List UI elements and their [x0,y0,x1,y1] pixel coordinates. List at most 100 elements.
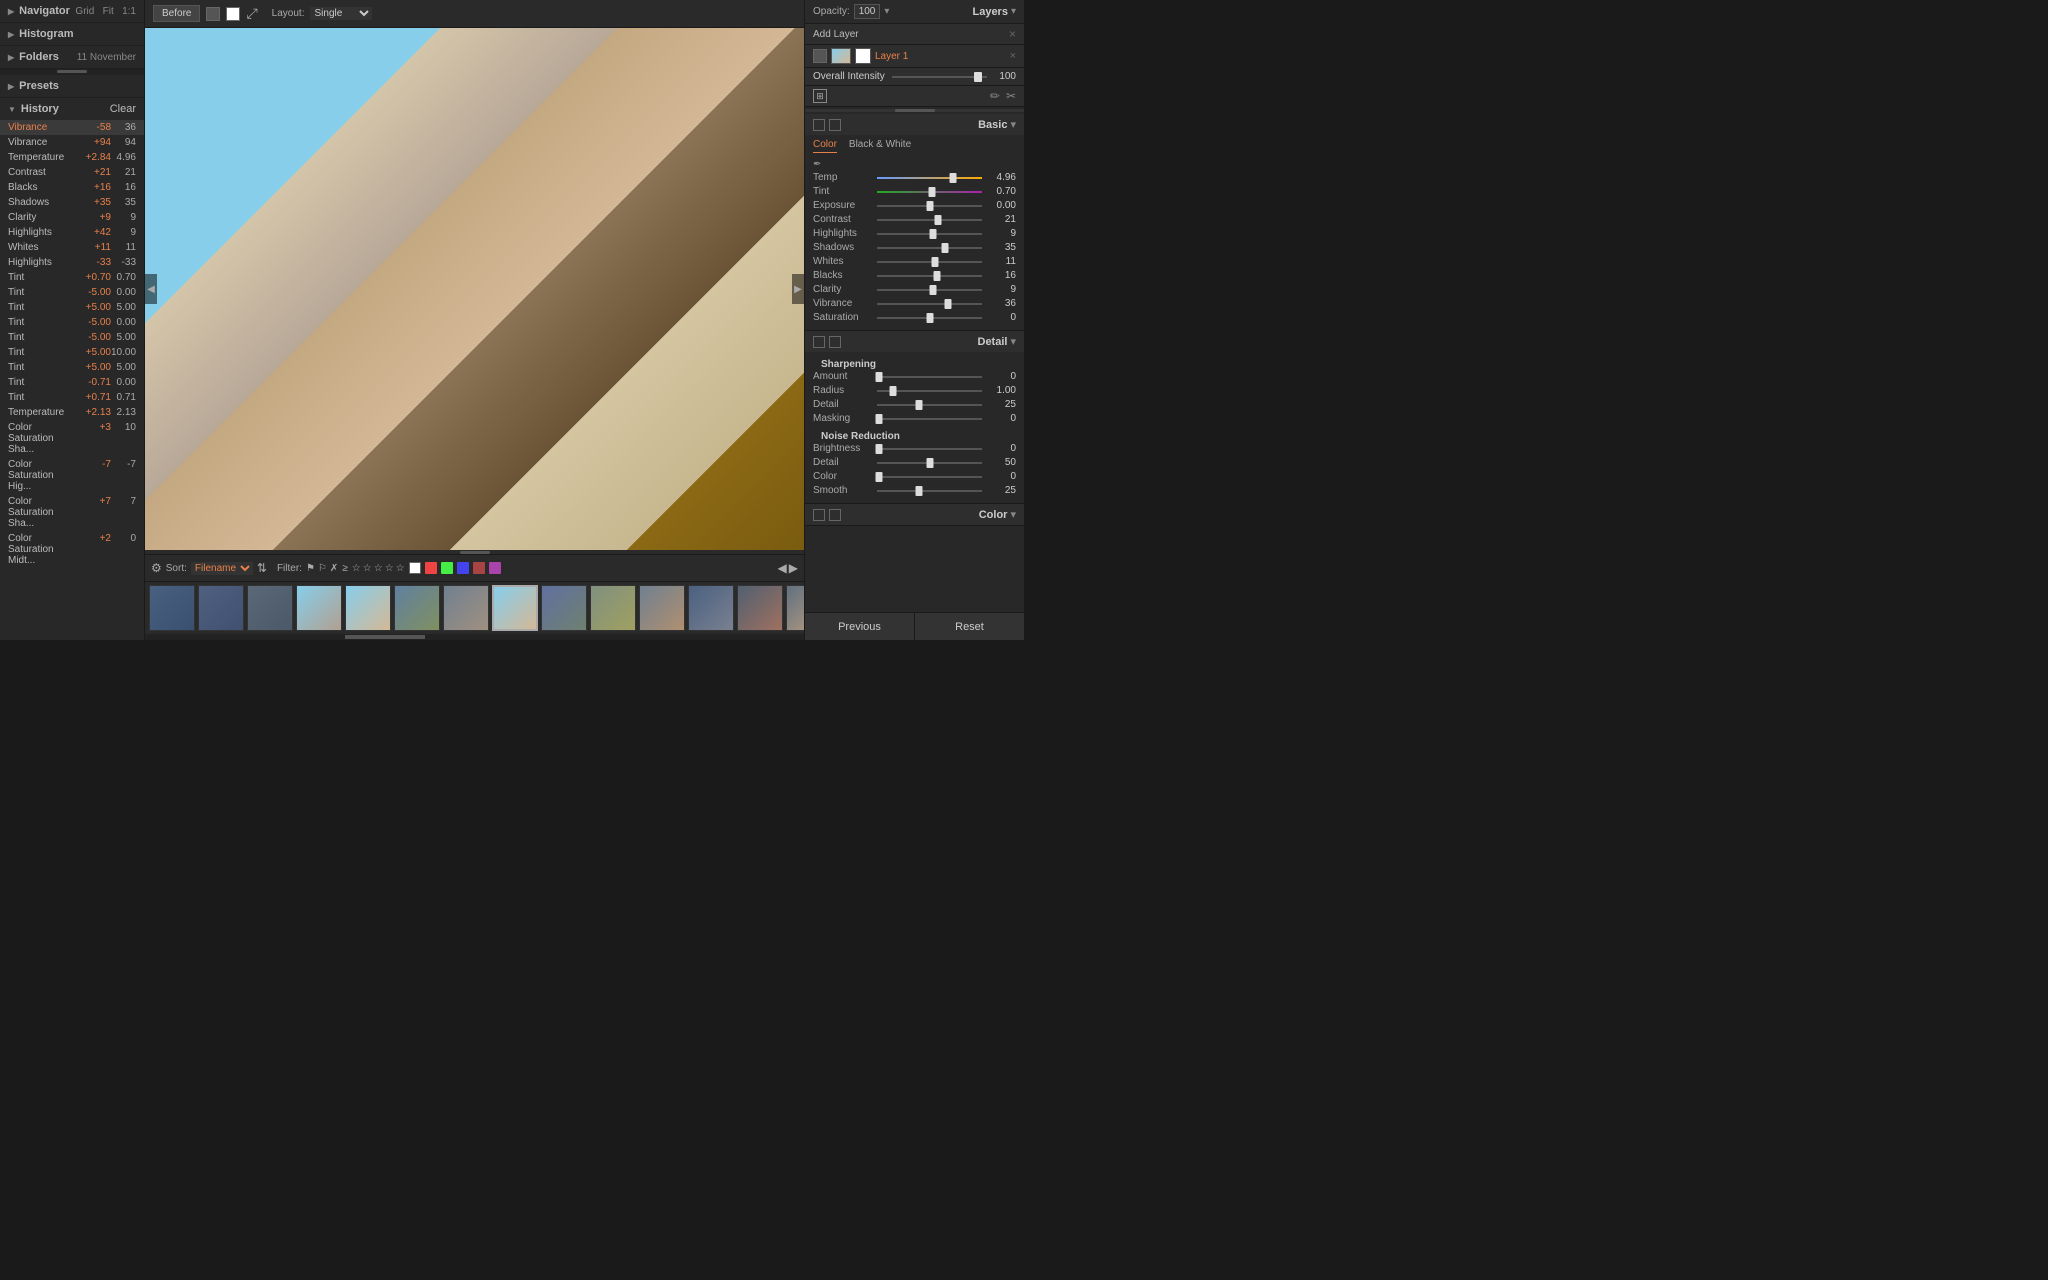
slider-track[interactable] [877,261,982,263]
star-2[interactable]: ☆ [363,563,372,574]
before-button[interactable]: Before [153,5,200,22]
history-item[interactable]: Contrast+2121 [0,165,144,180]
slider-track[interactable] [877,390,982,392]
detail-reset-icon[interactable] [813,336,825,348]
history-item[interactable]: Tint-5.000.00 [0,285,144,300]
history-item[interactable]: Tint-5.000.00 [0,315,144,330]
color-filter-white[interactable] [409,562,421,574]
filmstrip-thumb[interactable] [737,585,783,631]
detail-header[interactable]: Detail ▾ [805,331,1024,352]
slider-track[interactable] [877,462,982,464]
view-icon-gray[interactable] [206,7,220,21]
basic-refresh-icon[interactable] [829,119,841,131]
filmstrip-thumb[interactable] [247,585,293,631]
slider-track[interactable] [877,191,982,193]
slider-track[interactable] [877,490,982,492]
history-item[interactable]: Whites+1111 [0,240,144,255]
filmstrip-thumb[interactable] [786,585,804,631]
presets-header[interactable]: ▶ Presets [0,75,144,97]
next-image-arrow[interactable]: ▶ [792,274,804,304]
reject-icon[interactable]: ✗ [330,563,338,574]
basic-reset-icon[interactable] [813,119,825,131]
zoom-icon[interactable]: ⤢ [246,5,257,22]
history-item[interactable]: Blacks+1616 [0,180,144,195]
filmstrip-thumb[interactable] [394,585,440,631]
history-item[interactable]: Highlights+429 [0,225,144,240]
slider-track[interactable] [877,275,982,277]
tab-bw[interactable]: Black & White [849,139,911,153]
filmstrip-thumb[interactable] [198,585,244,631]
color-filter-purple[interactable] [489,562,501,574]
color-filter-blue[interactable] [457,562,469,574]
slider-track[interactable] [877,233,982,235]
layers-dropdown-icon[interactable]: ▾ [1011,6,1016,17]
add-layer-button[interactable]: Add Layer [813,29,859,40]
history-item[interactable]: Temperature+2.132.13 [0,405,144,420]
filmstrip-thumb[interactable] [688,585,734,631]
filmstrip-thumb[interactable] [345,585,391,631]
slider-track[interactable] [877,317,982,319]
add-layer-close-icon[interactable]: × [1009,27,1016,41]
slider-track[interactable] [877,404,982,406]
color-filter-green[interactable] [441,562,453,574]
history-item[interactable]: Tint+5.0010.00 [0,345,144,360]
history-clear-button[interactable]: Clear [110,103,136,115]
crop-icon[interactable]: ⊞ [813,89,827,103]
history-item[interactable]: Color Saturation Hig...-7-7 [0,457,144,494]
history-item[interactable]: Tint+5.005.00 [0,360,144,375]
filmstrip-next-button[interactable]: ▶ [789,561,798,575]
slider-track[interactable] [877,476,982,478]
history-item[interactable]: Color Saturation Midt...+20 [0,531,144,568]
layer-name[interactable]: Layer 1 [875,51,1006,62]
unflag-icon[interactable]: ⚐ [318,563,327,574]
sort-order-icon[interactable]: ⇅ [257,561,267,575]
filmstrip-scrollbar[interactable] [145,634,804,640]
slider-track[interactable] [877,303,982,305]
history-item[interactable]: Color Saturation Sha...+310 [0,420,144,457]
layer-visibility-icon[interactable] [813,49,827,63]
history-item[interactable]: Clarity+99 [0,210,144,225]
filmstrip-thumb[interactable] [296,585,342,631]
color-filter-red[interactable] [425,562,437,574]
eraser-icon[interactable]: ✂ [1006,89,1016,103]
reset-button[interactable]: Reset [915,613,1024,640]
color-dropdown-icon[interactable]: ▾ [1010,508,1016,521]
history-item[interactable]: Vibrance-5836 [0,120,144,135]
history-item[interactable]: Color Saturation Sha...+77 [0,494,144,531]
tab-color[interactable]: Color [813,139,837,153]
filmstrip-thumb[interactable] [590,585,636,631]
star-3[interactable]: ☆ [374,563,383,574]
filmstrip-thumb[interactable] [443,585,489,631]
rating-filter-ge[interactable]: ≥ [342,563,348,574]
detail-dropdown-icon[interactable]: ▾ [1010,335,1016,348]
slider-track[interactable] [877,247,982,249]
basic-dropdown-icon[interactable]: ▾ [1010,118,1016,131]
folders-header[interactable]: ▶ Folders 11 November [0,46,144,68]
star-5[interactable]: ☆ [396,563,405,574]
filmstrip-thumb[interactable] [541,585,587,631]
history-item[interactable]: Highlights-33-33 [0,255,144,270]
history-item[interactable]: Tint-0.710.00 [0,375,144,390]
slider-track[interactable] [877,448,982,450]
view-icon-white[interactable] [226,7,240,21]
slider-track[interactable] [877,205,982,207]
prev-image-arrow[interactable]: ◀ [145,274,157,304]
previous-button[interactable]: Previous [805,613,915,640]
basic-header[interactable]: Basic ▾ [805,114,1024,135]
history-item[interactable]: Tint+5.005.00 [0,300,144,315]
slider-track[interactable] [877,177,982,179]
history-item[interactable]: Temperature+2.844.96 [0,150,144,165]
history-item[interactable]: Tint+0.700.70 [0,270,144,285]
opacity-value[interactable]: 100 [854,4,881,19]
star-1[interactable]: ☆ [352,563,361,574]
history-item[interactable]: Shadows+3535 [0,195,144,210]
flag-icon[interactable]: ⚑ [306,563,315,574]
color-header[interactable]: Color ▾ [805,504,1024,525]
eyedropper-icon[interactable]: ✒ [813,159,821,170]
filmstrip-thumb[interactable] [149,585,195,631]
filmstrip-thumb[interactable] [639,585,685,631]
slider-track[interactable] [877,289,982,291]
color-reset-icon[interactable] [813,509,825,521]
slider-track[interactable] [877,418,982,420]
star-4[interactable]: ☆ [385,563,394,574]
